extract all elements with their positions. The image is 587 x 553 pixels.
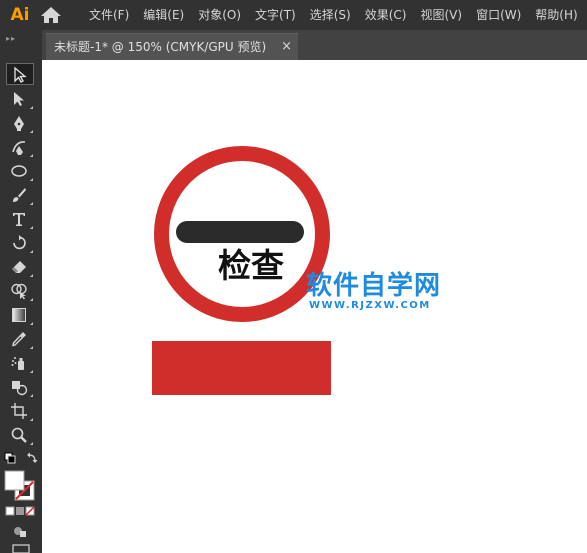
menu-file[interactable]: 文件(F): [82, 0, 136, 30]
symbol-sprayer-tool[interactable]: [6, 352, 34, 374]
document-tab[interactable]: 未标题-1* @ 150% (CMYK/GPU 预览) ×: [46, 33, 298, 61]
ellipse-tool-icon: [11, 165, 27, 177]
zoom-tool-icon: [11, 427, 27, 443]
curvature-tool[interactable]: [6, 136, 34, 158]
main-menu: 文件(F) 编辑(E) 对象(O) 文字(T) 选择(S) 效果(C) 视图(V…: [82, 0, 585, 30]
type-tool[interactable]: [6, 208, 34, 230]
pen-tool[interactable]: [6, 112, 34, 134]
menu-window[interactable]: 窗口(W): [469, 0, 528, 30]
gradient-tool-icon: [12, 308, 26, 322]
shape-builder-tool[interactable]: [6, 280, 34, 302]
eraser-tool[interactable]: [6, 256, 34, 278]
menu-view[interactable]: 视图(V): [413, 0, 469, 30]
live-paint-tool[interactable]: [6, 376, 34, 398]
selection-tool-icon: [14, 66, 27, 83]
watermark-url: WWW.RJZXW.COM: [309, 300, 431, 311]
artboard-tool[interactable]: [6, 400, 34, 422]
menu-edit[interactable]: 编辑(E): [136, 0, 191, 30]
paintbrush-tool-icon: [13, 188, 26, 202]
close-icon[interactable]: ×: [281, 34, 292, 60]
screen-mode-icon[interactable]: [12, 544, 30, 553]
rotate-tool[interactable]: [6, 232, 34, 254]
red-rectangle[interactable]: [152, 341, 331, 395]
document-tab-bar: 未标题-1* @ 150% (CMYK/GPU 预览) ×: [42, 30, 587, 61]
app-logo: Ai: [10, 5, 30, 25]
menu-object[interactable]: 对象(O): [191, 0, 248, 30]
direct-selection-tool-icon: [14, 92, 24, 106]
shape-builder-tool-icon: [11, 283, 27, 300]
sign-label[interactable]: 检查: [201, 246, 301, 286]
menu-help[interactable]: 帮助(H): [528, 0, 584, 30]
sign-bar[interactable]: [176, 221, 304, 243]
selection-tool[interactable]: [6, 63, 34, 85]
type-tool-icon: [13, 213, 25, 226]
color-mode-icon[interactable]: [4, 506, 38, 516]
fill-stroke-icon[interactable]: [4, 470, 38, 502]
ellipse-tool[interactable]: [6, 160, 34, 182]
curvature-tool-icon: [12, 141, 26, 155]
gradient-tool[interactable]: [6, 304, 34, 326]
menu-effect[interactable]: 效果(C): [358, 0, 414, 30]
pen-tool-icon: [14, 116, 24, 131]
direct-selection-tool[interactable]: [6, 88, 34, 110]
menu-type[interactable]: 文字(T): [248, 0, 303, 30]
eraser-tool-icon: [12, 261, 26, 273]
tools-panel: ▸▸: [0, 30, 42, 553]
eyedropper-tool[interactable]: [6, 328, 34, 350]
menu-bar: Ai 文件(F) 编辑(E) 对象(O) 文字(T) 选择(S) 效果(C) 视…: [0, 0, 587, 30]
paintbrush-tool[interactable]: [6, 184, 34, 206]
eyedropper-tool-icon: [12, 332, 26, 347]
artboard-tool-icon: [11, 403, 27, 419]
zoom-tool[interactable]: [6, 424, 34, 446]
watermark-title: 软件自学网: [306, 271, 442, 301]
artboard-canvas[interactable]: 检查 软件自学网 WWW.RJZXW.COM: [42, 60, 587, 553]
panel-grip-icon[interactable]: ▸▸: [6, 35, 34, 43]
rotate-tool-icon: [13, 235, 26, 250]
home-icon[interactable]: [40, 6, 62, 24]
default-swap-colors-icon[interactable]: [4, 452, 38, 466]
menu-select[interactable]: 选择(S): [303, 0, 358, 30]
draw-mode-icon[interactable]: [12, 524, 28, 538]
symbol-sprayer-tool-icon: [11, 357, 24, 370]
document-tab-title: 未标题-1* @ 150% (CMYK/GPU 预览): [54, 40, 267, 54]
live-paint-tool-icon: [12, 381, 28, 396]
